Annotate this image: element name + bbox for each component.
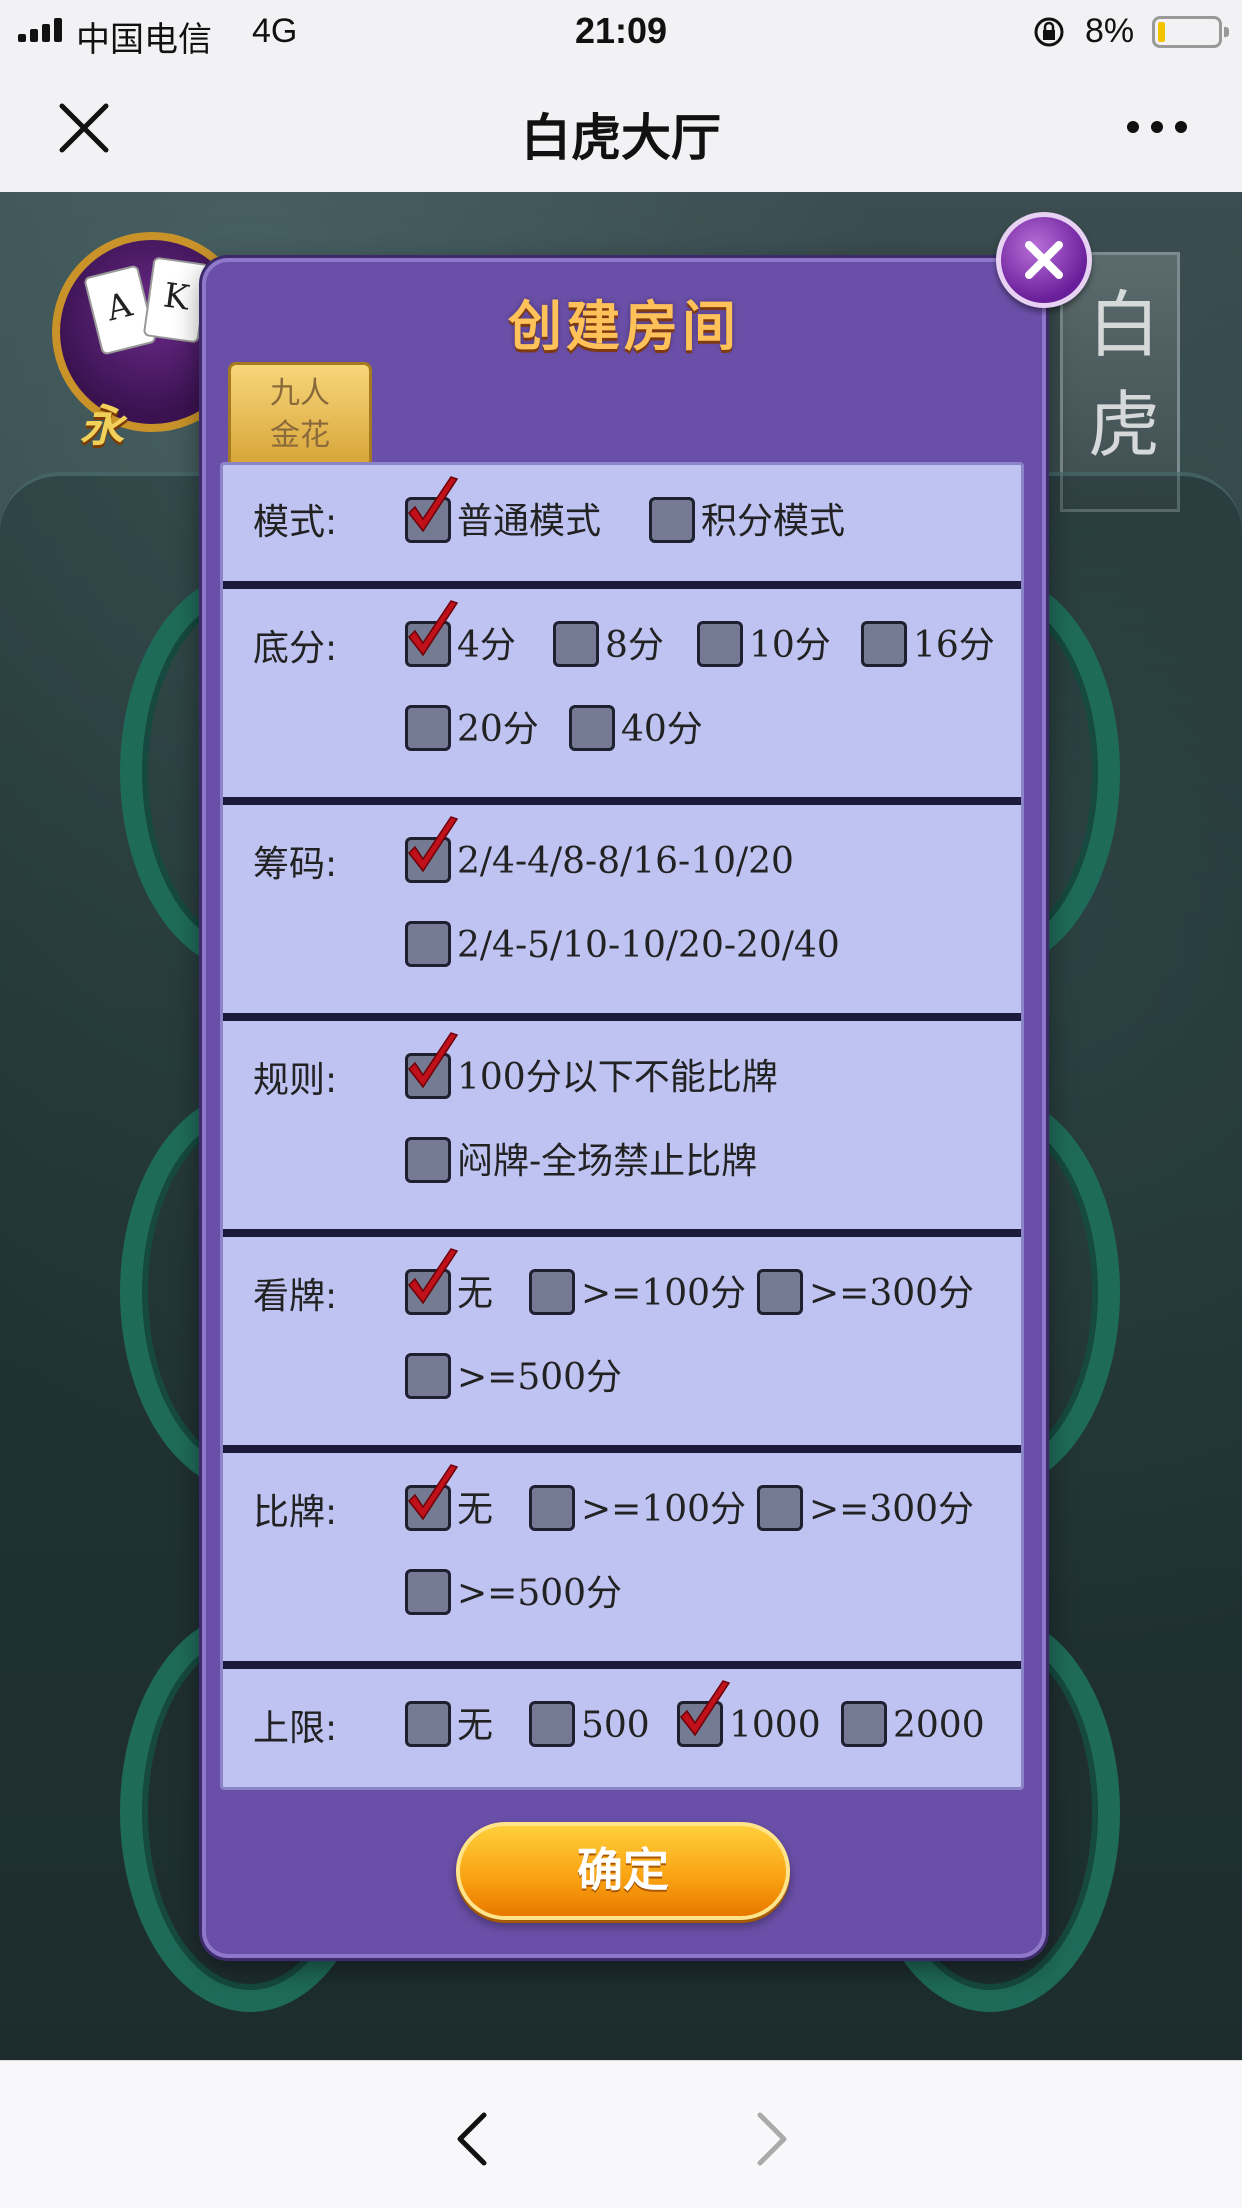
option-label: 1000: [729, 1705, 821, 1746]
logo-text: 永: [80, 401, 124, 452]
options-panel: 模式: 普通模式 积分模式 底分: 4分 8分 10分 16分 20分 40分 …: [220, 462, 1024, 1790]
checkbox[interactable]: [405, 1137, 451, 1183]
section-label: 看牌:: [253, 1276, 338, 1317]
tab-label-line1: 九人: [270, 376, 330, 411]
section-label: 筹码:: [253, 844, 338, 885]
page-title: 白虎大厅: [521, 109, 721, 167]
checkbox[interactable]: [697, 621, 743, 667]
option-label: 4分: [457, 625, 516, 666]
option-label: 16分: [913, 625, 995, 666]
option-label: >=500分: [457, 1357, 623, 1398]
checkmark-icon: [408, 476, 459, 533]
checkbox[interactable]: [405, 1353, 451, 1399]
section-mode: 模式: 普通模式 积分模式: [223, 465, 1021, 589]
battery-percent: 8%: [1085, 12, 1135, 50]
checkmark-icon: [408, 1464, 459, 1521]
tab-label-line2: 金花: [270, 418, 330, 453]
option-label: >=100分: [581, 1273, 747, 1314]
section-label: 底分:: [253, 628, 338, 669]
option-label: 2/4-5/10-10/20-20/40: [457, 925, 840, 966]
more-icon[interactable]: [1125, 117, 1189, 137]
option-label: 2000: [893, 1705, 985, 1746]
banner-text: 白虎: [1087, 283, 1160, 467]
forward-arrow-icon[interactable]: [752, 2109, 792, 2169]
section-label: 上限:: [253, 1708, 338, 1749]
option-label: 2/4-4/8-8/16-10/20: [457, 841, 794, 882]
option-label: >=500分: [457, 1573, 623, 1614]
back-arrow-icon[interactable]: [452, 2109, 492, 2169]
status-bar: 中国电信 4G 21:09 8%: [0, 0, 1242, 62]
checkbox[interactable]: [405, 1569, 451, 1615]
checkbox[interactable]: [405, 1701, 451, 1747]
tab-nine-player-jinhua[interactable]: 九人 金花: [228, 362, 372, 466]
dialog-close-button[interactable]: [996, 212, 1092, 308]
dialog-title: 创建房间: [508, 295, 740, 358]
option-label: >=100分: [581, 1489, 747, 1530]
option-label: 闷牌-全场禁止比牌: [457, 1141, 758, 1182]
option-label: 无: [457, 1489, 494, 1530]
section-label: 比牌:: [253, 1492, 338, 1533]
battery-icon: [1152, 16, 1229, 48]
section-look-cards: 看牌: 无 >=100分 >=300分 >=500分: [223, 1237, 1021, 1453]
checkbox[interactable]: [569, 705, 615, 751]
checkbox[interactable]: [405, 705, 451, 751]
checkmark-icon: [408, 1248, 459, 1305]
browser-toolbar: [0, 2060, 1242, 2208]
checkbox[interactable]: [529, 1269, 575, 1315]
option-label: 10分: [749, 625, 831, 666]
option-label: 8分: [605, 625, 664, 666]
checkmark-icon: [408, 1032, 459, 1089]
checkbox[interactable]: [757, 1269, 803, 1315]
nav-bar: 白虎大厅: [0, 62, 1242, 192]
option-label: 40分: [621, 709, 703, 750]
section-limit: 上限: 无 500 1000 2000: [223, 1669, 1021, 1787]
option-label: 普通模式: [457, 501, 602, 542]
option-label: 100分以下不能比牌: [457, 1057, 778, 1098]
checkbox[interactable]: [529, 1485, 575, 1531]
card-king: K: [142, 256, 210, 344]
section-chips: 筹码: 2/4-4/8-8/16-10/20 2/4-5/10-10/20-20…: [223, 805, 1021, 1021]
checkbox[interactable]: [649, 497, 695, 543]
section-base-score: 底分: 4分 8分 10分 16分 20分 40分: [223, 589, 1021, 805]
checkbox[interactable]: [841, 1701, 887, 1747]
option-label: 20分: [457, 709, 539, 750]
checkmark-icon: [408, 816, 459, 873]
section-label: 规则:: [253, 1060, 338, 1101]
checkbox[interactable]: [405, 921, 451, 967]
close-icon: [1025, 241, 1063, 279]
section-label: 模式:: [253, 502, 338, 543]
option-label: >=300分: [809, 1273, 975, 1314]
option-label: >=300分: [809, 1489, 975, 1530]
checkbox[interactable]: [529, 1701, 575, 1747]
section-compare-cards: 比牌: 无 >=100分 >=300分 >=500分: [223, 1453, 1021, 1669]
option-label: 积分模式: [701, 501, 846, 542]
option-label: 无: [457, 1705, 494, 1746]
checkbox[interactable]: [861, 621, 907, 667]
confirm-button[interactable]: 确定: [456, 1822, 790, 1920]
orientation-lock-icon: [1034, 17, 1064, 47]
checkbox[interactable]: [757, 1485, 803, 1531]
option-label: 无: [457, 1273, 494, 1314]
checkbox[interactable]: [553, 621, 599, 667]
create-room-dialog: 创建房间 九人 金花 模式: 普通模式 积分模式 底分: 4分 8分 10分 1…: [202, 212, 1092, 1958]
checkmark-icon: [680, 1680, 731, 1737]
section-rules: 规则: 100分以下不能比牌 闷牌-全场禁止比牌: [223, 1021, 1021, 1237]
checkmark-icon: [408, 600, 459, 657]
option-label: 500: [581, 1705, 650, 1746]
